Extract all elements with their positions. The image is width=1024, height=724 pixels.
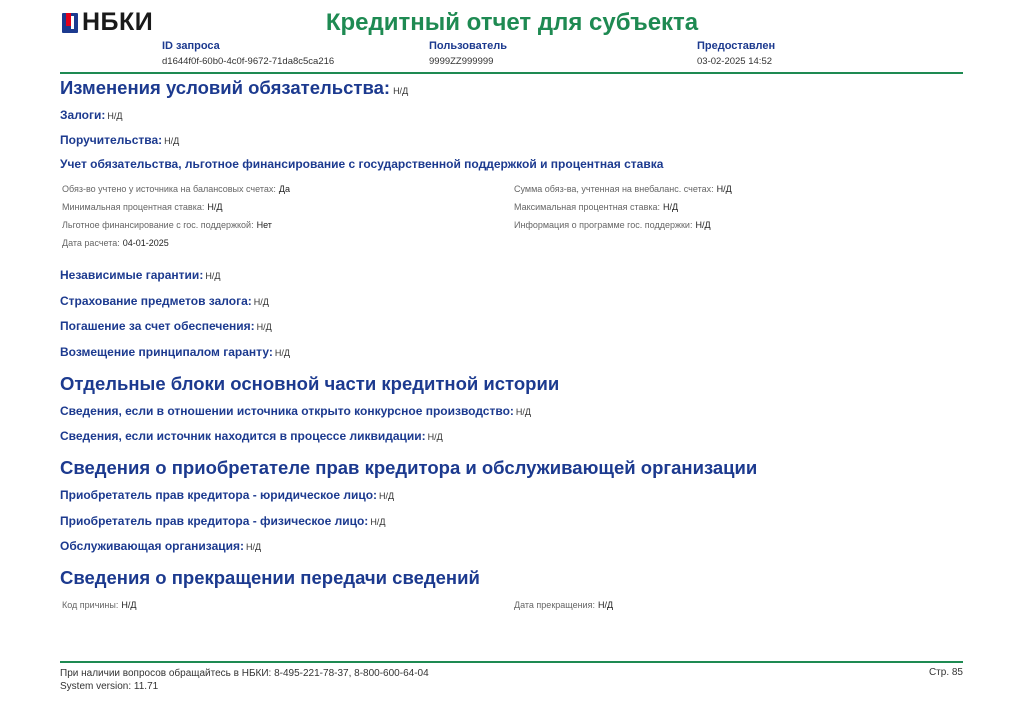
kv-termination-date: Дата прекращения: Н/Д (514, 600, 614, 610)
header-divider (60, 72, 963, 74)
guarantees-heading: Поручительства: Н/Д (60, 133, 180, 147)
value-text: Н/Д (205, 271, 221, 281)
section-separate-blocks-title: Отдельные блоки основной части кредитной… (60, 373, 560, 394)
footer-version: System version: 11.71 (60, 681, 159, 692)
section-termination-title: Сведения о прекращении передачи сведений (60, 567, 480, 588)
meta-label: Предоставлен (697, 40, 776, 52)
kv-balance-accounted: Обяз-во учтено у источника на балансовых… (62, 184, 290, 194)
meta-value: 9999ZZ999999 (429, 56, 494, 67)
bankruptcy-heading: Сведения, если в отношении источника отк… (60, 404, 531, 418)
value-text: Н/Д (393, 86, 409, 96)
kv-min-rate: Минимальная процентная ставка: Н/Д (62, 202, 223, 212)
value-text: Н/Д (253, 297, 269, 307)
accounting-heading: Учет обязательства, льготное финансирова… (60, 157, 664, 171)
value-text: Н/Д (164, 136, 180, 146)
servicing-org-heading: Обслуживающая организация: Н/Д (60, 539, 262, 553)
value-text: Н/Д (370, 517, 386, 527)
meta-label: ID запроса (162, 40, 220, 52)
collateral-insurance-heading: Страхование предметов залога: Н/Д (60, 294, 269, 308)
section-changes-title: Изменения условий обязательства: Н/Д (60, 77, 409, 98)
meta-value: d1644f0f-60b0-4c0f-9672-71da8c5ca216 (162, 56, 335, 67)
collateral-heading: Залоги: Н/Д (60, 108, 123, 122)
meta-provided: Предоставлен 03-02-2025 14:52 (697, 40, 775, 67)
meta-label: Пользователь (429, 40, 508, 52)
kv-reason-code: Код причины: Н/Д (62, 600, 137, 610)
meta-value: 03-02-2025 14:52 (697, 56, 773, 67)
independent-guarantees-heading: Независимые гарантии: Н/Д (60, 268, 221, 282)
value-text: Н/Д (379, 491, 395, 501)
kv-max-rate: Максимальная процентная ставка: Н/Д (514, 202, 679, 212)
liquidation-heading: Сведения, если источник находится в проц… (60, 429, 443, 443)
meta-request-id: ID запроса d1644f0f-60b0-4c0f-9672-71da8… (162, 40, 334, 67)
value-text: Н/Д (246, 542, 262, 552)
value-text: Н/Д (427, 432, 443, 442)
meta-user: Пользователь 9999ZZ999999 (429, 40, 507, 67)
kv-preferential-financing: Льготное финансирование с гос. поддержко… (62, 220, 272, 230)
repayment-security-heading: Погашение за счет обеспечения: Н/Д (60, 319, 272, 333)
value-text: Н/Д (107, 111, 123, 121)
principal-reimbursement-heading: Возмещение принципалом гаранту: Н/Д (60, 345, 290, 359)
value-text: Н/Д (515, 407, 531, 417)
kv-support-program: Информация о программе гос. поддержки: Н/… (514, 220, 711, 230)
acquirer-person-heading: Приобретатель прав кредитора - физическо… (60, 514, 386, 528)
footer: При наличии вопросов обращайтесь в НБКИ:… (60, 667, 429, 693)
value-text: Н/Д (256, 322, 272, 332)
footer-contact: При наличии вопросов обращайтесь в НБКИ:… (60, 668, 429, 679)
footer-divider (60, 661, 963, 663)
kv-calc-date: Дата расчета: 04-01-2025 (62, 238, 169, 248)
kv-offbalance-sum: Сумма обяз-ва, учтенная на внебаланс. сч… (514, 184, 732, 194)
page-title: Кредитный отчет для субъекта (325, 9, 699, 36)
value-text: Н/Д (274, 348, 290, 358)
section-acquirer-title: Сведения о приобретателе прав кредитора … (60, 457, 758, 478)
acquirer-legal-heading: Приобретатель прав кредитора - юридическ… (60, 488, 395, 502)
page-number: Стр. 85 (928, 667, 963, 678)
